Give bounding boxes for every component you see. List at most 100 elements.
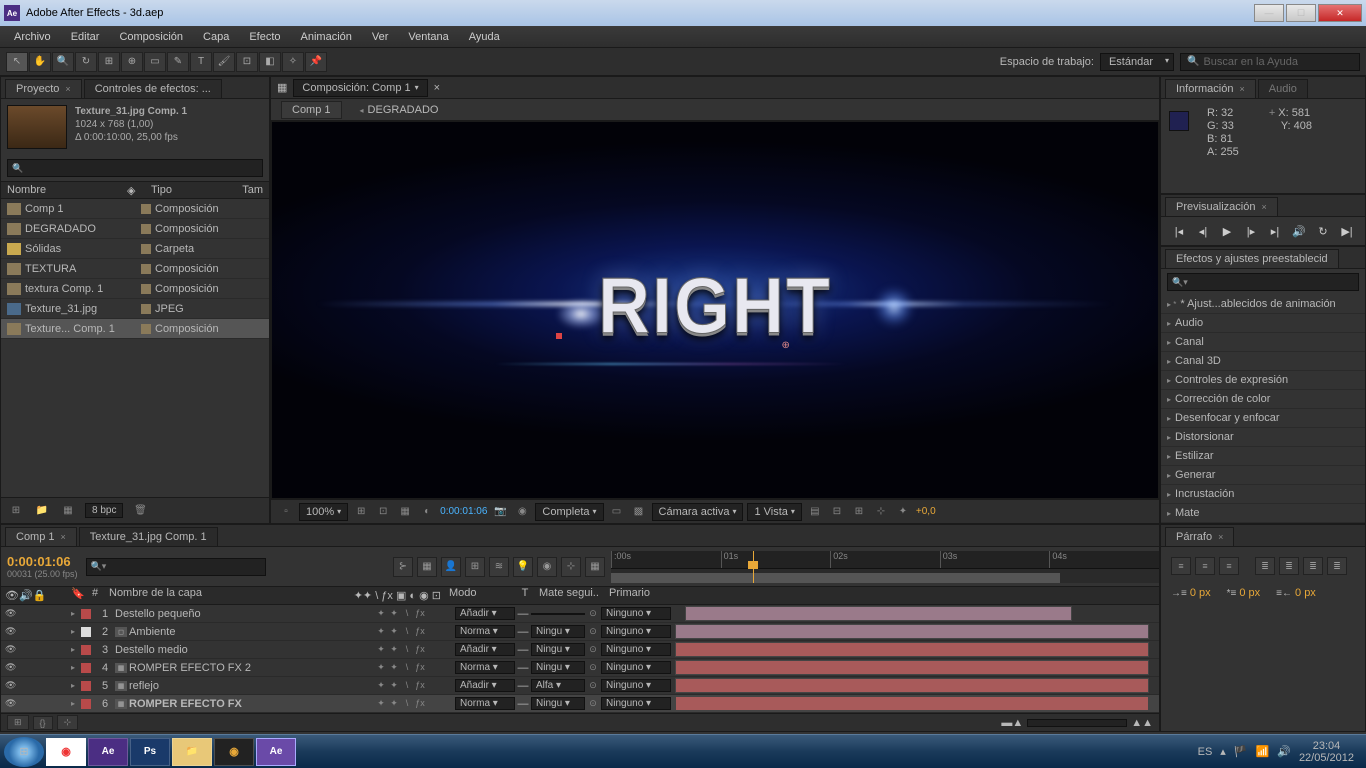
tab-parrafo[interactable]: Párrafo× [1165, 527, 1234, 546]
viewer-timecode[interactable]: 0:00:01:06 [440, 506, 487, 517]
camera-tool[interactable]: ⊞ [98, 52, 120, 72]
effects-category[interactable]: * Ajust...ablecidos de animación [1161, 295, 1365, 314]
selection-tool[interactable]: ↖ [6, 52, 28, 72]
window-close-button[interactable]: ✕ [1318, 4, 1362, 22]
draft3d-button[interactable]: ▦ [417, 557, 437, 577]
mute-button[interactable]: 🔊 [1290, 223, 1308, 239]
pan-behind-tool[interactable]: ⊕ [121, 52, 143, 72]
menu-capa[interactable]: Capa [193, 31, 239, 43]
snapshot-button[interactable]: 📷 [491, 503, 509, 521]
first-frame-button[interactable]: |◂ [1170, 223, 1188, 239]
clock[interactable]: 23:04 22/05/2012 [1299, 740, 1354, 764]
effects-category[interactable]: Incrustación [1161, 485, 1365, 504]
indent-left-field[interactable]: →≡ 0 px [1171, 587, 1211, 599]
project-row[interactable]: Comp 1Composición [1, 199, 269, 219]
menu-ventana[interactable]: Ventana [398, 31, 458, 43]
play-button[interactable]: ▶ [1218, 223, 1236, 239]
camera-dropdown[interactable]: Cámara activa▾ [652, 503, 744, 521]
tray-expand-button[interactable]: ▴ [1220, 745, 1226, 758]
tab-previsualizacion[interactable]: Previsualización× [1165, 197, 1278, 216]
effects-category[interactable]: Estilizar [1161, 447, 1365, 466]
next-frame-button[interactable]: |▸ [1242, 223, 1260, 239]
pen-tool[interactable]: ✎ [167, 52, 189, 72]
menu-efecto[interactable]: Efecto [239, 31, 290, 43]
always-preview-button[interactable]: ▫ [277, 503, 295, 521]
last-frame-button[interactable]: ▸| [1266, 223, 1284, 239]
tab-effect-controls[interactable]: Controles de efectos: ... [84, 79, 222, 98]
zoom-out-button[interactable]: ▬▲ [1001, 717, 1023, 729]
brush-tool[interactable]: 🖌 [213, 52, 235, 72]
motion-blur-button[interactable]: ≋ [489, 557, 509, 577]
safe-zones-button[interactable]: ⊡ [374, 503, 392, 521]
delete-button[interactable]: 🗑 [131, 502, 149, 520]
toggle-modes-button[interactable]: {} [33, 716, 53, 730]
hide-shy-button[interactable]: 👤 [441, 557, 461, 577]
transparency-button[interactable]: ▩ [630, 503, 648, 521]
menu-editar[interactable]: Editar [61, 31, 110, 43]
frame-blend-button[interactable]: ⊞ [465, 557, 485, 577]
resolution-dropdown[interactable]: Completa▾ [535, 503, 603, 521]
task-aimp[interactable]: ◉ [214, 738, 254, 766]
brainstorm-button[interactable]: 💡 [513, 557, 533, 577]
menu-composicion[interactable]: Composición [109, 31, 193, 43]
hand-tool[interactable]: ✋ [29, 52, 51, 72]
align-center-button[interactable]: ≡ [1195, 557, 1215, 575]
loop-button[interactable]: ↻ [1314, 223, 1332, 239]
tray-volume-icon[interactable]: 🔊 [1277, 745, 1291, 758]
comp-mini-flowchart-button[interactable]: ⊱ [393, 557, 413, 577]
zoom-dropdown[interactable]: 100%▾ [299, 503, 348, 521]
rect-tool[interactable]: ▭ [144, 52, 166, 72]
timeline-layer-row[interactable]: 👁 ▸ 5 ▦reflejo ✦✦\ƒx Añadir ▾ — Alfa ▾ ⊙… [1, 677, 1159, 695]
project-row[interactable]: textura Comp. 1Composición [1, 279, 269, 299]
project-row[interactable]: Texture... Comp. 1Composición [1, 319, 269, 339]
task-ps[interactable]: Ps [130, 738, 170, 766]
project-row[interactable]: SólidasCarpeta [1, 239, 269, 259]
start-button[interactable]: ⊞ [4, 737, 44, 767]
views-dropdown[interactable]: 1 Vista▾ [747, 503, 801, 521]
justify-left-button[interactable]: ≣ [1255, 557, 1275, 575]
new-comp-button[interactable]: ▦ [59, 502, 77, 520]
effects-category[interactable]: Generar [1161, 466, 1365, 485]
justify-all-button[interactable]: ≣ [1327, 557, 1347, 575]
reset-exposure-button[interactable]: ✦ [894, 503, 912, 521]
current-time-indicator[interactable] [753, 551, 754, 583]
effects-category[interactable]: Mate [1161, 504, 1365, 523]
project-column-headers[interactable]: Nombre ◈ Tipo Tam [1, 181, 269, 199]
effects-category[interactable]: Canal [1161, 333, 1365, 352]
task-chrome[interactable]: ◉ [46, 738, 86, 766]
layer-icon[interactable]: ▦ [277, 81, 287, 94]
effects-category[interactable]: Audio [1161, 314, 1365, 333]
comp-tab-comp1[interactable]: Comp 1 [281, 101, 342, 119]
effects-category[interactable]: Corrección de color [1161, 390, 1365, 409]
help-search-input[interactable]: 🔍Buscar en la Ayuda [1180, 53, 1360, 71]
timeline-layer-row[interactable]: 👁 ▸ 2 ◻Ambiente ✦✦\ƒx Norma ▾ — Ningu ▾ … [1, 623, 1159, 641]
timeline-timecode[interactable]: 0:00:01:06 [7, 554, 78, 569]
clone-tool[interactable]: ⊡ [236, 52, 258, 72]
task-ae-running[interactable]: Ae [256, 738, 296, 766]
graph-editor-button[interactable]: ⊹ [561, 557, 581, 577]
tab-efectos-ajustes[interactable]: Efectos y ajustes preestablecid [1165, 249, 1339, 268]
prev-frame-button[interactable]: ◂| [1194, 223, 1212, 239]
indent-first-field[interactable]: *≡ 0 px [1227, 587, 1261, 599]
timeline-layer-row[interactable]: 👁 ▸ 6 ▦ROMPER EFECTO FX ✦✦\ƒx Norma ▾ — … [1, 695, 1159, 713]
close-comp-button[interactable]: × [434, 82, 440, 94]
composition-viewer[interactable]: RIGHT ⊕ [271, 121, 1159, 499]
task-ae[interactable]: Ae [88, 738, 128, 766]
eraser-tool[interactable]: ◧ [259, 52, 281, 72]
menu-animacion[interactable]: Animación [291, 31, 362, 43]
zoom-tool[interactable]: 🔍 [52, 52, 74, 72]
time-ruler[interactable]: :00s 01s 02s 03s 04s [611, 551, 1159, 583]
ram-preview-button[interactable]: ▶| [1338, 223, 1356, 239]
text-tool[interactable]: T [190, 52, 212, 72]
fast-previews-button[interactable]: ⊟ [828, 503, 846, 521]
timeline-layer-row[interactable]: 👁 ▸ 1 Destello pequeño ✦✦\ƒx Añadir ▾ — … [1, 605, 1159, 623]
puppet-tool[interactable]: 📌 [305, 52, 327, 72]
new-folder-button[interactable]: 📁 [33, 502, 51, 520]
tray-network-icon[interactable]: 📶 [1256, 745, 1270, 758]
grid-button[interactable]: ▦ [396, 503, 414, 521]
project-row[interactable]: TEXTURAComposición [1, 259, 269, 279]
project-row[interactable]: Texture_31.jpgJPEG [1, 299, 269, 319]
justify-right-button[interactable]: ≣ [1303, 557, 1323, 575]
indent-right-field[interactable]: ≡← 0 px [1276, 587, 1316, 599]
tab-audio[interactable]: Audio [1258, 79, 1308, 98]
